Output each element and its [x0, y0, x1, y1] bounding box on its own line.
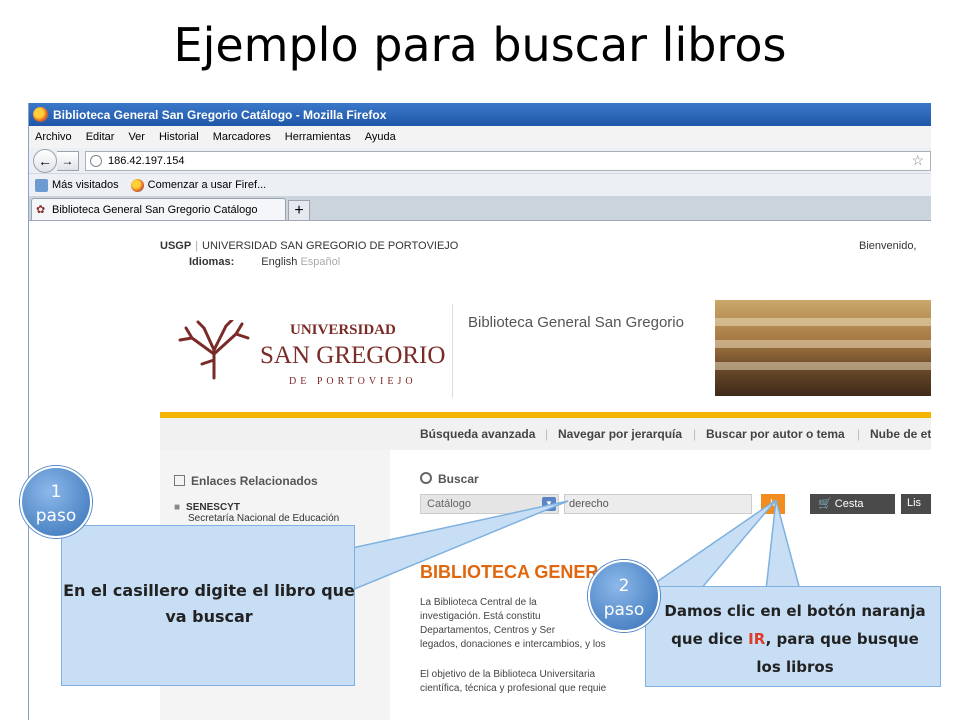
cesta-button[interactable]: 🛒 Cesta	[810, 494, 895, 514]
url-text: 186.42.197.154	[108, 154, 185, 167]
globe-icon	[90, 154, 102, 167]
university-line: UNIVERSIDAD SAN GREGORIO DE PORTOVIEJO	[202, 240, 459, 252]
nav-buscar-autor[interactable]: Buscar por autor o tema	[706, 427, 845, 441]
tab-label: Biblioteca General San Gregorio Catálogo	[52, 203, 258, 216]
menu-historial[interactable]: Historial	[159, 131, 199, 143]
tree-favicon-icon: ✿	[36, 203, 46, 216]
url-bar[interactable]: 186.42.197.154 ☆	[85, 150, 931, 171]
navigation-toolbar: ← → 186.42.197.154 ☆	[29, 148, 931, 174]
slide-title: Ejemplo para buscar libros	[173, 18, 787, 72]
step1-text: En el casillero digite el libro que va b…	[63, 581, 355, 626]
logo-portoviejo: DE PORTOVIEJO	[289, 376, 417, 387]
window-titlebar: Biblioteca General San Gregorio Catálogo…	[29, 103, 931, 126]
step2-callout: Damos clic en el botón naranja que dice …	[645, 586, 941, 687]
menu-editar[interactable]: Editar	[86, 131, 115, 143]
menu-archivo[interactable]: Archivo	[35, 131, 72, 143]
senescyt-name: SENESCYT	[186, 502, 240, 513]
menu-bar: Archivo Editar Ver Historial Marcadores …	[29, 126, 931, 148]
nav-nube[interactable]: Nube de et	[870, 427, 931, 441]
step1-badge: 1 paso	[20, 466, 92, 538]
firefox-icon	[130, 178, 144, 192]
ir-button[interactable]: Ir	[761, 494, 785, 514]
menu-marcadores[interactable]: Marcadores	[213, 131, 271, 143]
top-strip: USGP | UNIVERSIDAD SAN GREGORIO DE PORTOVI…	[160, 240, 459, 252]
header-divider	[452, 304, 453, 398]
tree-logo-icon	[178, 320, 250, 380]
menu-ver[interactable]: Ver	[128, 131, 145, 143]
window-title: Biblioteca General San Gregorio Catálogo…	[53, 107, 387, 122]
buscar-label: Buscar	[420, 472, 479, 486]
usgp-link[interactable]: USGP	[160, 240, 191, 252]
lista-button[interactable]: Lis	[901, 494, 931, 514]
ir-highlight: IR	[748, 630, 766, 648]
idiomas-label: Idiomas:	[189, 256, 235, 268]
enlaces-title: Enlaces Relacionados	[174, 474, 318, 488]
library-name: Biblioteca General San Gregorio	[468, 314, 684, 331]
step2-text: Damos clic en el botón naranja que dice …	[664, 602, 926, 676]
senescyt-link[interactable]: ■ SENESCYT Secretaría Nacional de Educaci…	[174, 502, 339, 524]
university-logo: UNIVERSIDAD SAN GREGORIO DE PORTOVIEJO	[174, 320, 445, 390]
step2-badge: 2 paso	[588, 560, 660, 632]
link-box-icon	[174, 475, 185, 486]
bookmark-label: Más visitados	[52, 179, 119, 191]
tab-biblioteca[interactable]: ✿ Biblioteca General San Gregorio Catálo…	[31, 198, 286, 220]
site-header: UNIVERSIDAD SAN GREGORIO DE PORTOVIEJO B…	[160, 300, 931, 406]
welcome-text: Bienvenido,	[859, 240, 917, 252]
bookmark-comenzar[interactable]: Comenzar a usar Firef...	[130, 178, 267, 192]
nav-busqueda-avanzada[interactable]: Búsqueda avanzada	[420, 427, 535, 441]
menu-ayuda[interactable]: Ayuda	[365, 131, 396, 143]
nav-navegar-jerarquia[interactable]: Navegar por jerarquía	[558, 427, 682, 441]
forward-arrow-icon: →	[61, 153, 74, 168]
catalog-nav: Búsqueda avanzada | Navegar por jerarquí…	[160, 418, 931, 450]
logo-universidad: UNIVERSIDAD	[290, 322, 396, 338]
forward-button[interactable]: →	[57, 150, 79, 171]
chevron-down-icon: ▼	[542, 497, 556, 511]
step1-callout: En el casillero digite el libro que va b…	[61, 525, 355, 686]
bookmark-label: Comenzar a usar Firef...	[147, 179, 267, 191]
cart-icon: 🛒	[818, 498, 832, 510]
folder-icon	[35, 178, 48, 192]
lang-espanol[interactable]: Español	[300, 256, 340, 268]
library-photo	[715, 300, 931, 396]
lang-english[interactable]: English	[261, 256, 297, 268]
back-arrow-icon: ←	[38, 152, 52, 169]
search-input[interactable]	[564, 494, 752, 514]
language-switch: Idiomas: English Español	[189, 256, 340, 268]
tab-strip: ✿ Biblioteca General San Gregorio Catálo…	[29, 196, 931, 221]
logo-san-gregorio: SAN GREGORIO	[260, 342, 446, 369]
bookmarks-toolbar: Más visitados Comenzar a usar Firef...	[29, 174, 931, 196]
search-icon	[420, 472, 432, 484]
new-tab-button[interactable]: +	[288, 200, 310, 220]
catalog-select[interactable]: Catálogo ▼	[420, 494, 559, 514]
menu-herramientas[interactable]: Herramientas	[285, 131, 351, 143]
star-icon[interactable]: ☆	[911, 152, 930, 169]
senescyt-desc: Secretaría Nacional de Educación	[188, 513, 340, 524]
firefox-icon	[33, 107, 48, 122]
plus-icon: +	[294, 201, 304, 219]
back-button[interactable]: ←	[33, 148, 57, 173]
bookmark-mas-visitados[interactable]: Más visitados	[35, 178, 119, 192]
catalog-select-value: Catálogo	[427, 498, 472, 510]
